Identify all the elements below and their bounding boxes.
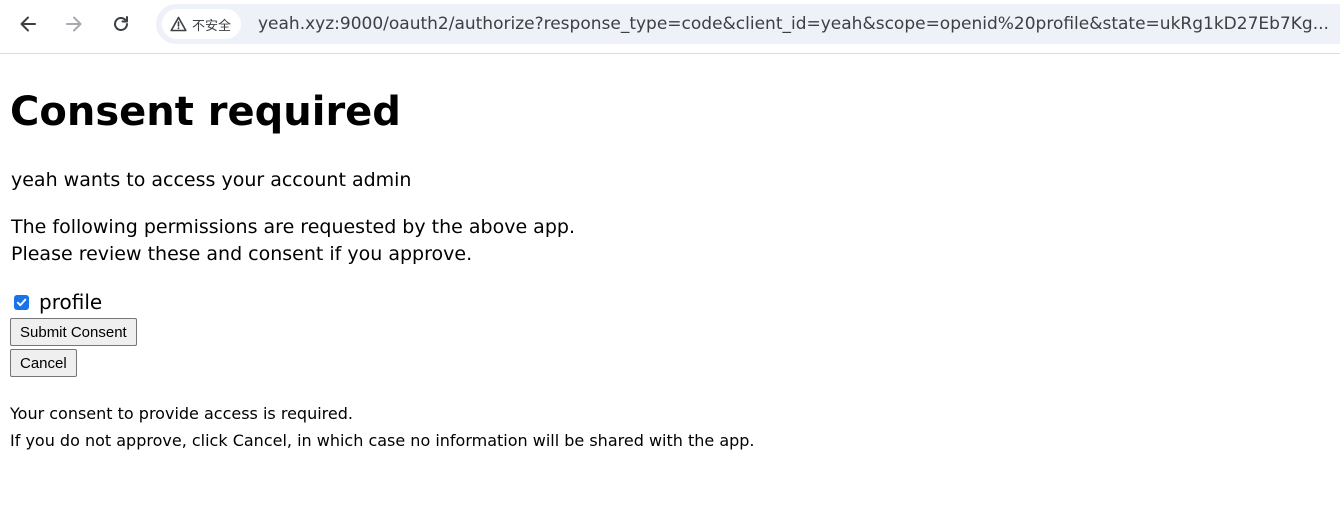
- arrow-left-icon: [20, 16, 36, 32]
- address-bar[interactable]: 不安全 yeah.xyz:9000/oauth2/authorize?respo…: [156, 4, 1340, 44]
- forward-button[interactable]: [57, 9, 91, 39]
- note-line-1: Your consent to provide access is requir…: [10, 404, 353, 423]
- back-button[interactable]: [11, 9, 45, 39]
- request-text: yeah wants to access your account admin: [11, 169, 412, 191]
- consent-note: Your consent to provide access is requir…: [10, 400, 755, 454]
- submit-consent-button[interactable]: Submit Consent: [10, 318, 137, 346]
- browser-toolbar: 不安全 yeah.xyz:9000/oauth2/authorize?respo…: [0, 0, 1340, 54]
- scope-label: profile: [39, 290, 103, 314]
- warning-icon: [170, 16, 187, 32]
- permissions-text: The following permissions are requested …: [11, 214, 575, 268]
- cancel-button[interactable]: Cancel: [10, 349, 77, 377]
- reload-icon: [114, 16, 128, 31]
- scope-item-profile: profile: [14, 289, 102, 315]
- security-label: 不安全: [192, 18, 232, 34]
- reload-button[interactable]: [104, 9, 138, 39]
- note-line-2: If you do not approve, click Cancel, in …: [10, 431, 755, 450]
- check-icon: [16, 298, 27, 306]
- permissions-line-2: Please review these and consent if you a…: [11, 243, 473, 265]
- url-text[interactable]: yeah.xyz:9000/oauth2/authorize?response_…: [258, 13, 1338, 35]
- security-chip[interactable]: 不安全: [162, 9, 242, 39]
- permissions-line-1: The following permissions are requested …: [11, 216, 575, 238]
- page-title: Consent required: [10, 89, 401, 135]
- arrow-right-icon: [66, 16, 82, 32]
- scope-checkbox[interactable]: [14, 294, 29, 310]
